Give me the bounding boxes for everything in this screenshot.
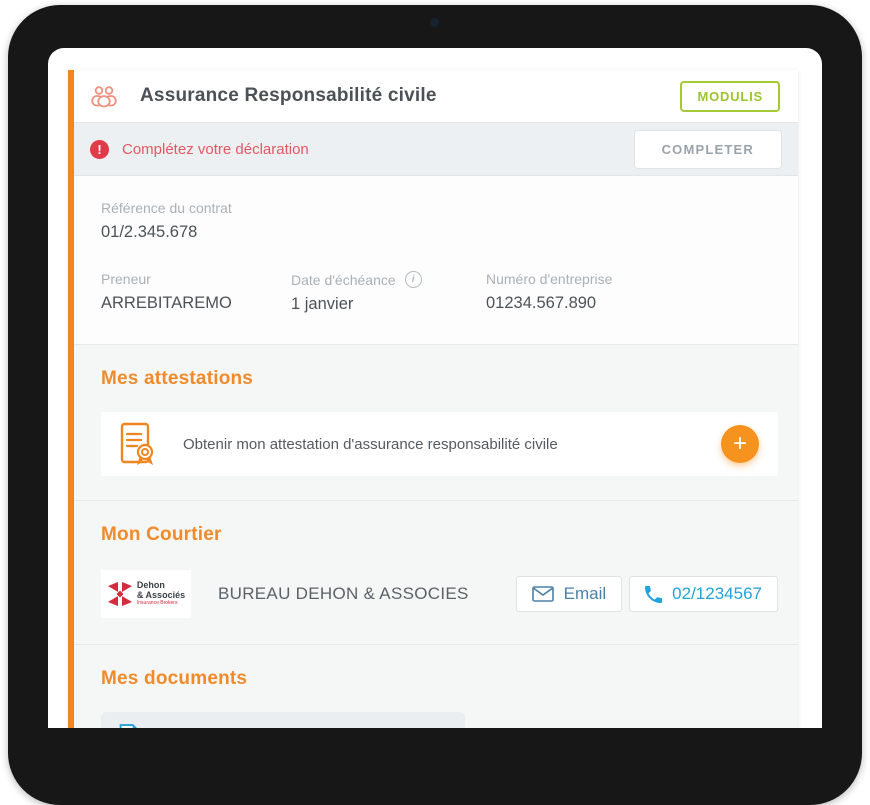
attestation-label: Obtenir mon attestation d'assurance resp… [183, 435, 558, 453]
camera-dot [430, 18, 439, 27]
attestation-row[interactable]: Obtenir mon attestation d'assurance resp… [101, 412, 778, 476]
entreprise-label: Numéro d'entreprise [486, 271, 613, 287]
contract-reference-value: 01/2.345.678 [101, 223, 198, 241]
attestations-heading: Mes attestations [101, 368, 254, 389]
broker-emblem-icon [107, 581, 133, 607]
insurance-card: Assurance Responsabilité civile MODULIS … [68, 70, 798, 728]
preneur-label: Preneur [101, 271, 151, 287]
email-icon [531, 586, 554, 602]
alert-bar: ! Complétez votre déclaration COMPLETER [74, 122, 798, 176]
preneur-value: ARREBITAREMO [101, 294, 232, 312]
documents-section: Mes documents PDF Mon Contrat [74, 644, 798, 728]
group-icon [90, 85, 118, 108]
broker-logo: Dehon & Associés Insurance Brokers [101, 570, 191, 618]
page-title: Assurance Responsabilité civile [140, 85, 437, 106]
broker-logo-text: Dehon & Associés Insurance Brokers [136, 580, 186, 607]
contract-details: Référence du contrat 01/2.345.678 Preneu… [74, 176, 798, 344]
email-button[interactable]: Email [515, 576, 623, 612]
completer-button[interactable]: COMPLETER [633, 129, 782, 169]
add-attestation-button[interactable]: + [721, 425, 759, 463]
attestations-section: Mes attestations Obtenir mon attestation [74, 344, 798, 500]
echeance-label: Date d'échéance [291, 271, 396, 288]
phone-icon [645, 585, 663, 603]
echeance-value: 1 janvier [291, 295, 354, 313]
card-header: Assurance Responsabilité civile MODULIS [74, 70, 798, 122]
info-icon[interactable]: i [404, 271, 422, 288]
documents-heading: Mes documents [101, 668, 248, 689]
courtier-heading: Mon Courtier [101, 524, 222, 545]
contract-reference-label: Référence du contrat [101, 200, 232, 216]
tablet-screen: Assurance Responsabilité civile MODULIS … [48, 48, 822, 728]
alert-message: Complétez votre déclaration [122, 140, 309, 158]
phone-button[interactable]: 02/1234567 [629, 576, 778, 612]
pdf-icon: PDF [115, 724, 143, 728]
document-row[interactable]: PDF Mon Contrat [101, 712, 465, 728]
entreprise-value: 01234.567.890 [486, 294, 597, 312]
modulis-badge: MODULIS [680, 80, 780, 112]
broker-name: BUREAU DEHON & ASSOCIES [218, 584, 469, 603]
alert-icon: ! [90, 139, 109, 159]
broker-row: Dehon & Associés Insurance Brokers BUREA… [101, 568, 778, 620]
certificate-icon [118, 421, 158, 467]
courtier-section: Mon Courtier Dehon & Associés Insurance … [74, 500, 798, 644]
